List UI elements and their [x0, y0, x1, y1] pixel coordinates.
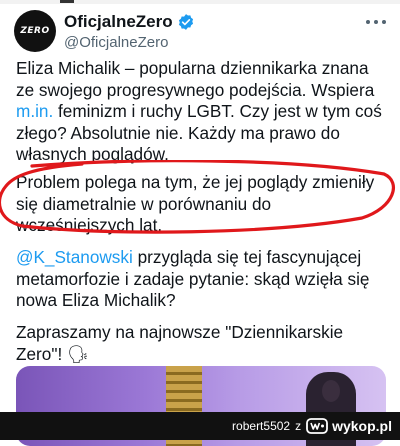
more-options-icon[interactable]	[366, 12, 386, 32]
watermark-author: robert5502	[232, 419, 291, 433]
paragraph-text: Eliza Michalik – popularna dziennikarka …	[16, 58, 375, 100]
avatar[interactable]: ZERO	[14, 10, 56, 52]
tweet-paragraph-2: Problem polega na tym, że jej poglądy zm…	[16, 172, 375, 235]
name-row: OficjalneZero	[64, 12, 195, 32]
display-name[interactable]: OficjalneZero	[64, 12, 173, 32]
verified-badge-icon	[178, 14, 193, 30]
previous-post-edge	[0, 0, 400, 4]
tweet-header: ZERO OficjalneZero @OficjalneZero	[14, 10, 386, 54]
wykop-logo-icon	[306, 418, 328, 434]
tweet-paragraph-1: Eliza Michalik – popularna dziennikarka …	[16, 58, 386, 166]
watermark-bar: robert5502 z wykop.pl	[0, 412, 400, 440]
avatar-logo-text: ZERO	[20, 26, 50, 36]
watermark-site: wykop.pl	[332, 418, 392, 434]
watermark-separator: z	[295, 419, 302, 433]
tweet-paragraph-3: @K_Stanowski przygląda się tej fascynują…	[16, 247, 386, 312]
handle[interactable]: @OficjalneZero	[64, 34, 168, 52]
paragraph-text: feminizm i ruchy LGBT. Czy jest w tym co…	[16, 101, 382, 164]
mention-link[interactable]: @K_Stanowski	[16, 247, 133, 267]
tweet-paragraph-4: Zapraszamy na najnowsze "Dziennikarskie …	[16, 322, 344, 364]
link-m-in[interactable]: m.in.	[16, 101, 53, 121]
